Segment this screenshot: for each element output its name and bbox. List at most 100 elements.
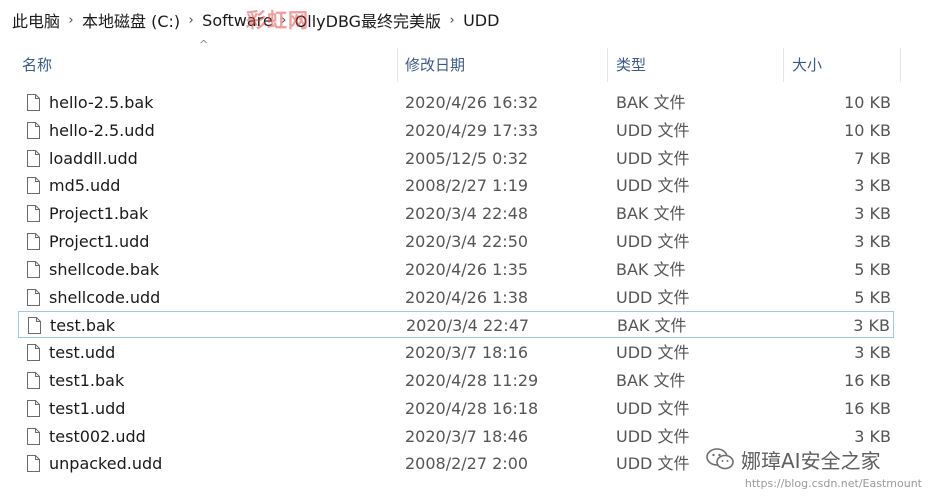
file-row[interactable]: hello-2.5.bak 2020/4/26 16:32 BAK 文件 10 …	[18, 89, 894, 116]
watermark-brand: 娜璋AI安全之家	[705, 443, 881, 475]
file-name: hello-2.5.udd	[49, 120, 155, 140]
watermark-url: https://blog.csdn.net/Eastmount	[744, 477, 922, 490]
file-modified-date: 2020/4/28 11:29	[405, 371, 539, 390]
file-type: BAK 文件	[616, 93, 686, 112]
file-icon	[27, 455, 40, 473]
column-resize-handle[interactable]	[397, 48, 398, 82]
file-size: 3 KB	[854, 204, 891, 224]
chevron-right-icon[interactable]: ›	[441, 13, 463, 28]
file-row[interactable]: shellcode.bak 2020/4/26 1:35 BAK 文件 5 KB	[18, 256, 894, 283]
file-icon	[27, 233, 40, 250]
file-type: BAK 文件	[616, 371, 686, 390]
file-name: loaddll.udd	[49, 148, 138, 168]
breadcrumb-item-udd[interactable]: UDD	[463, 11, 499, 30]
file-size: 7 KB	[854, 148, 891, 168]
file-modified-date: 2020/4/28 16:18	[405, 398, 539, 418]
chevron-right-icon[interactable]: ›	[180, 13, 202, 28]
file-modified-date: 2020/3/4 22:50	[405, 232, 529, 251]
file-icon	[27, 344, 40, 362]
file-icon	[27, 149, 40, 167]
breadcrumb-item-this-pc[interactable]: 此电脑	[12, 8, 60, 32]
file-type: BAK 文件	[616, 204, 686, 224]
file-modified-date: 2020/3/7 18:16	[405, 343, 529, 363]
file-name: test.bak	[50, 316, 116, 336]
column-resize-handle[interactable]	[607, 48, 608, 82]
chevron-right-icon[interactable]: ›	[273, 13, 295, 28]
file-row[interactable]: test.bak 2020/3/4 22:47 BAK 文件 3 KB	[18, 311, 894, 339]
file-icon	[27, 94, 40, 111]
file-size: 3 KB	[854, 176, 891, 196]
file-row[interactable]: test.udd 2020/3/7 18:16 UDD 文件 3 KB	[18, 339, 894, 366]
file-icon	[27, 399, 40, 417]
file-type: UDD 文件	[616, 232, 690, 251]
file-name: Project1.bak	[49, 204, 149, 224]
file-row[interactable]: test1.bak 2020/4/28 11:29 BAK 文件 16 KB	[18, 367, 894, 394]
sort-ascending-icon: ^	[199, 38, 209, 51]
file-name: test1.bak	[49, 371, 125, 390]
file-type: BAK 文件	[617, 316, 687, 336]
file-name: Project1.udd	[49, 232, 150, 251]
column-header: 名称 修改日期 类型 大小	[0, 48, 930, 82]
file-icon	[27, 288, 40, 306]
file-row[interactable]: Project1.bak 2020/3/4 22:48 BAK 文件 3 KB	[18, 200, 894, 227]
file-row[interactable]: hello-2.5.udd 2020/4/29 17:33 UDD 文件 10 …	[18, 117, 894, 144]
file-modified-date: 2020/3/4 22:47	[406, 316, 530, 336]
file-name: hello-2.5.bak	[49, 93, 154, 112]
file-name: test1.udd	[49, 398, 126, 418]
file-size: 16 KB	[844, 398, 891, 418]
file-icon	[27, 177, 40, 195]
file-icon	[27, 372, 40, 389]
column-resize-handle[interactable]	[900, 48, 901, 82]
file-icon	[27, 121, 40, 139]
file-type: UDD 文件	[616, 148, 690, 168]
column-header-size[interactable]: 大小	[792, 48, 822, 82]
file-modified-date: 2020/4/26 1:38	[405, 287, 529, 307]
file-type: UDD 文件	[616, 454, 690, 474]
file-icon	[27, 205, 40, 223]
file-row[interactable]: shellcode.udd 2020/4/26 1:38 UDD 文件 5 KB	[18, 284, 894, 311]
file-name: md5.udd	[49, 176, 121, 196]
breadcrumb-item-software[interactable]: Software	[202, 11, 273, 30]
file-icon	[27, 427, 40, 445]
file-type: BAK 文件	[616, 259, 686, 279]
file-size: 3 KB	[854, 343, 891, 363]
file-modified-date: 2020/4/29 17:33	[405, 120, 539, 140]
file-size: 3 KB	[853, 316, 890, 336]
file-modified-date: 2008/2/27 1:19	[405, 176, 529, 196]
file-row[interactable]: test1.udd 2020/4/28 16:18 UDD 文件 16 KB	[18, 395, 894, 422]
file-type: UDD 文件	[616, 426, 690, 446]
watermark-brand-text: 娜璋AI安全之家	[741, 448, 881, 473]
breadcrumb-item-local-disk[interactable]: 本地磁盘 (C:)	[82, 8, 180, 32]
file-icon	[27, 260, 40, 278]
breadcrumb: 此电脑 › 本地磁盘 (C:) › Software › OllyDBG最终完美…	[0, 0, 930, 40]
column-header-date[interactable]: 修改日期	[405, 48, 465, 82]
file-row[interactable]: loaddll.udd 2005/12/5 0:32 UDD 文件 7 KB	[18, 145, 894, 172]
column-header-type[interactable]: 类型	[616, 48, 646, 82]
file-icon	[28, 317, 41, 335]
file-size: 3 KB	[854, 232, 891, 251]
column-header-name[interactable]: 名称	[22, 48, 52, 82]
file-name: test.udd	[49, 343, 116, 363]
file-modified-date: 2020/3/7 18:46	[405, 426, 529, 446]
file-type: UDD 文件	[616, 120, 690, 140]
chevron-right-icon[interactable]: ›	[60, 13, 82, 28]
file-name: shellcode.udd	[49, 287, 161, 307]
file-type: UDD 文件	[616, 287, 690, 307]
file-row[interactable]: md5.udd 2008/2/27 1:19 UDD 文件 3 KB	[18, 172, 894, 199]
breadcrumb-item-ollydbg[interactable]: OllyDBG最终完美版	[295, 8, 441, 32]
file-size: 16 KB	[844, 371, 891, 390]
file-type: UDD 文件	[616, 176, 690, 196]
file-row[interactable]: Project1.udd 2020/3/4 22:50 UDD 文件 3 KB	[18, 228, 894, 255]
file-modified-date: 2020/4/26 1:35	[405, 259, 529, 279]
file-modified-date: 2008/2/27 2:00	[405, 454, 529, 474]
file-type: UDD 文件	[616, 343, 690, 363]
column-resize-handle[interactable]	[783, 48, 784, 82]
file-name: test002.udd	[49, 426, 146, 446]
file-size: 10 KB	[844, 120, 891, 140]
file-name: shellcode.bak	[49, 259, 160, 279]
file-size: 10 KB	[844, 93, 891, 112]
file-modified-date: 2005/12/5 0:32	[405, 148, 529, 168]
file-modified-date: 2020/4/26 16:32	[405, 93, 539, 112]
wechat-icon	[706, 448, 734, 470]
file-type: UDD 文件	[616, 398, 690, 418]
